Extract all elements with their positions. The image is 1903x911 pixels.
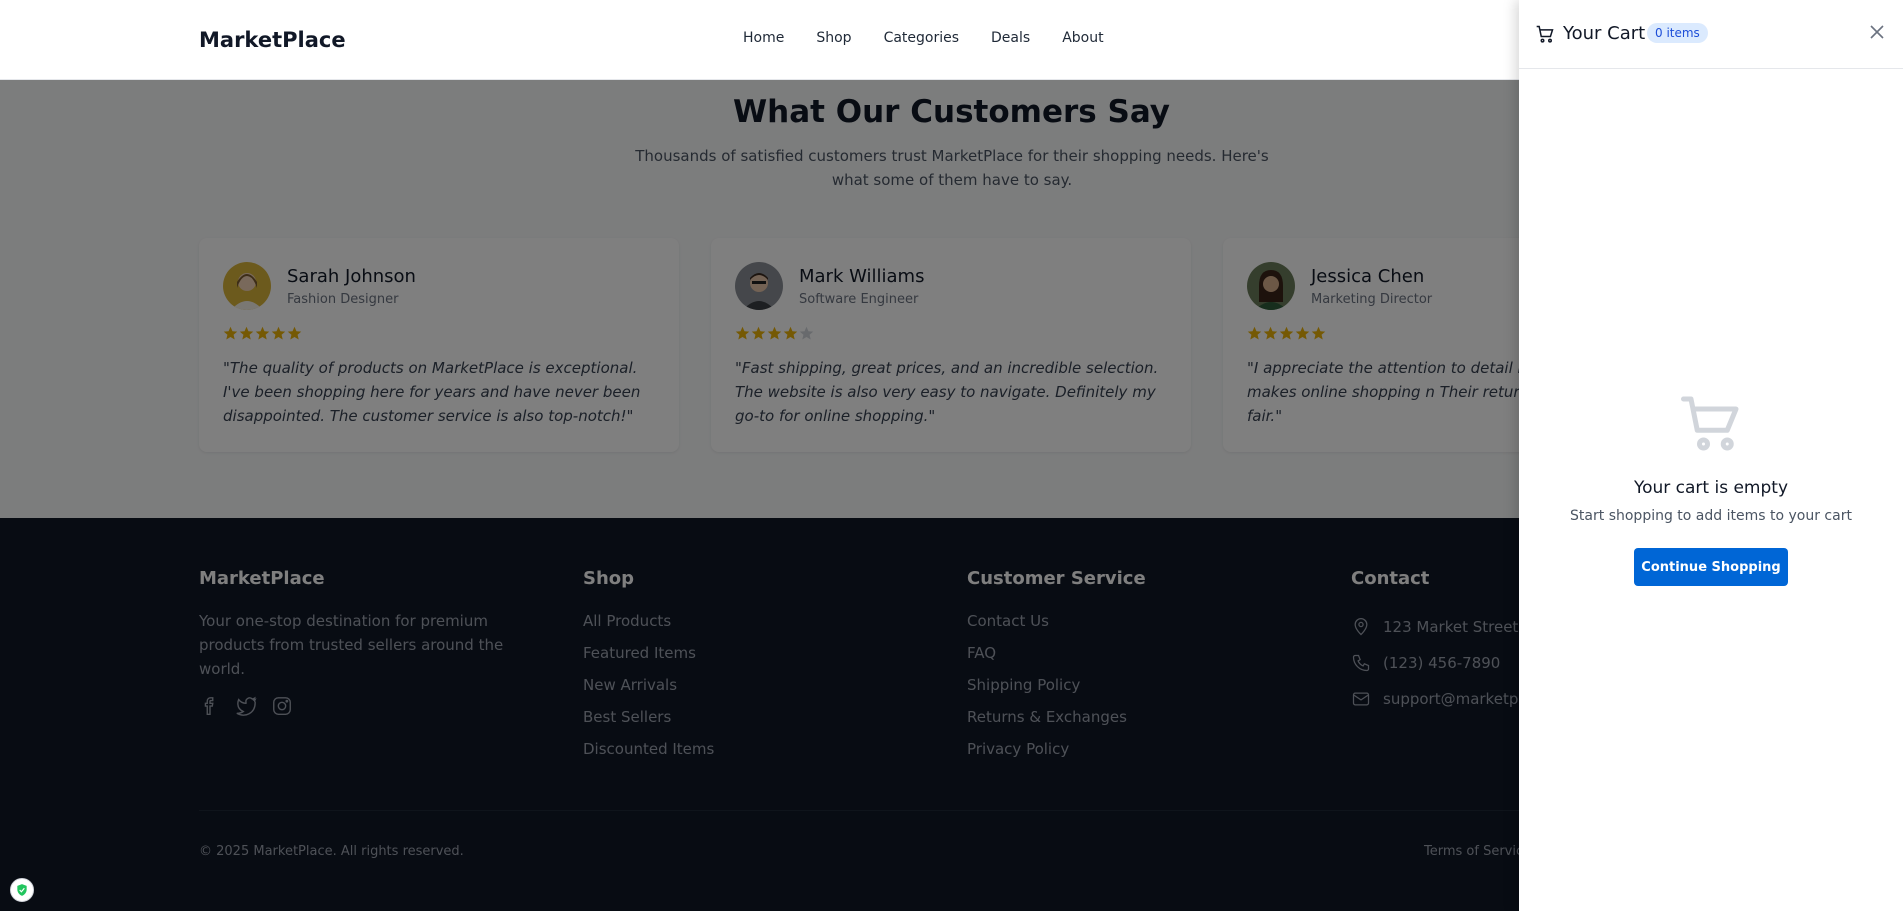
- nav-deals[interactable]: Deals: [991, 30, 1030, 46]
- shield-badge[interactable]: [10, 878, 34, 902]
- main-nav: Home Shop Categories Deals About: [743, 30, 1104, 46]
- empty-cart-icon: [1681, 396, 1739, 451]
- nav-about[interactable]: About: [1062, 30, 1103, 46]
- brand-logo[interactable]: MarketPlace: [199, 28, 346, 52]
- nav-categories[interactable]: Categories: [884, 30, 959, 46]
- cart-header: Your Cart 0 items: [1519, 0, 1903, 69]
- cart-drawer: Your Cart 0 items Your cart is empty Sta…: [1519, 0, 1903, 911]
- cart-count-badge: 0 items: [1647, 23, 1708, 43]
- nav-home[interactable]: Home: [743, 30, 784, 46]
- nav-shop[interactable]: Shop: [816, 30, 851, 46]
- shield-icon: [17, 884, 27, 896]
- empty-cart-title: Your cart is empty: [1633, 478, 1789, 498]
- continue-shopping-button[interactable]: Continue Shopping: [1634, 548, 1788, 586]
- cart-icon: [1536, 25, 1554, 43]
- empty-cart-subtitle: Start shopping to add items to your cart: [1570, 508, 1852, 524]
- close-icon[interactable]: [1869, 24, 1885, 40]
- cart-title: Your Cart: [1563, 23, 1646, 44]
